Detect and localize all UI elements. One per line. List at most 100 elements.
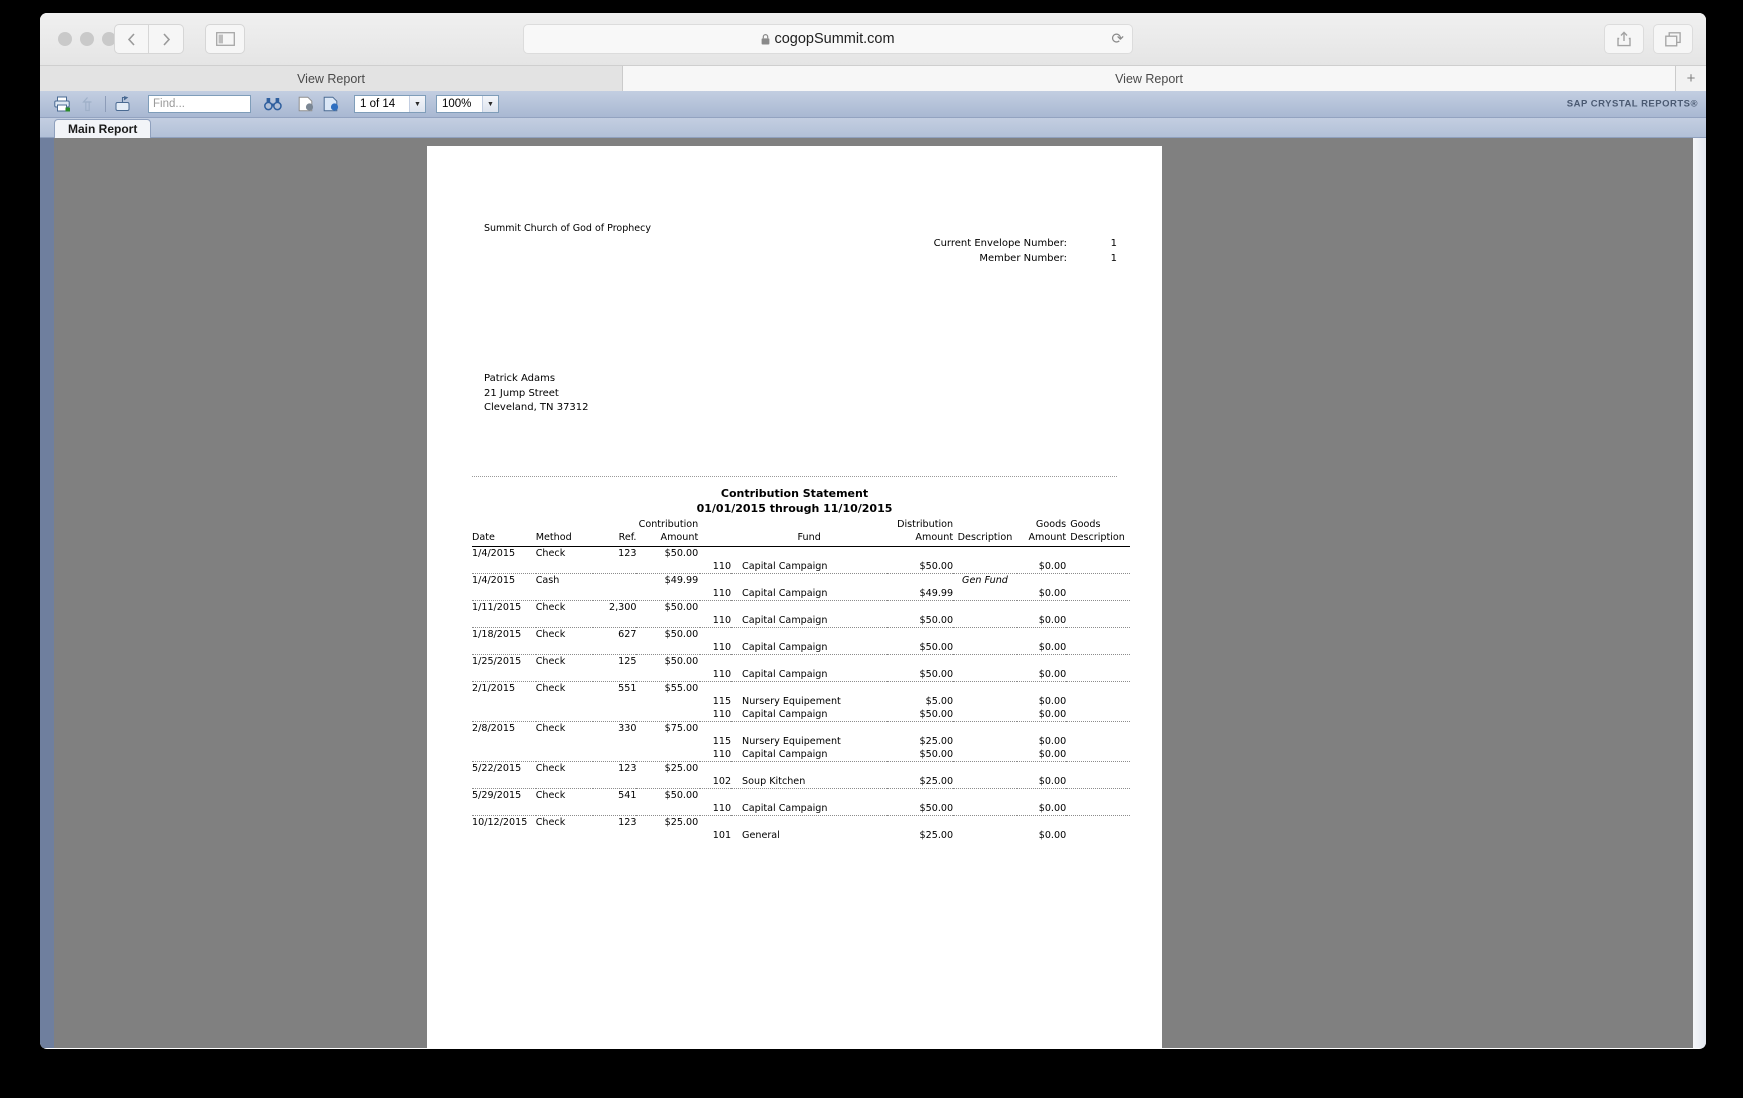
cell-goods-description xyxy=(1066,789,1130,802)
col-contribution-amount-line2: Amount xyxy=(660,532,699,543)
export-button[interactable] xyxy=(111,93,135,115)
envelope-number-value: 1 xyxy=(1110,238,1117,249)
cell-method: Check xyxy=(535,548,566,559)
cell-distribution-amount xyxy=(887,601,953,614)
cell-fund-code: 110 xyxy=(712,749,732,760)
cell-fund xyxy=(731,628,887,641)
cell-distribution-amount xyxy=(887,547,953,561)
cell-date: 1/11/2015 xyxy=(472,602,522,613)
cell-fund-code xyxy=(700,722,731,735)
tabs-overview-button[interactable] xyxy=(1653,24,1693,54)
chevron-down-icon[interactable]: ▼ xyxy=(482,96,498,112)
cell-date xyxy=(472,829,536,842)
cell-contribution-amount xyxy=(636,802,700,816)
cell-fund-code: 110 xyxy=(712,803,732,814)
cell-goods-amount: $0.00 xyxy=(1038,803,1067,814)
cell-distribution-amount xyxy=(887,655,953,668)
cell-contribution-amount xyxy=(636,735,700,748)
cell-method xyxy=(536,668,594,682)
cell-ref: 123 xyxy=(618,817,637,828)
find-search-button[interactable] xyxy=(261,93,285,115)
cell-ref: 330 xyxy=(618,723,637,734)
cell-description xyxy=(953,682,1017,695)
share-button[interactable] xyxy=(1604,24,1644,54)
cell-goods-amount xyxy=(1017,601,1066,614)
cell-goods-description xyxy=(1066,762,1130,775)
cell-distribution-amount: $50.00 xyxy=(919,749,954,760)
chevron-down-icon[interactable]: ▼ xyxy=(409,96,425,112)
section-divider xyxy=(472,476,1117,477)
cell-fund xyxy=(731,655,887,668)
cell-goods-amount: $0.00 xyxy=(1038,588,1067,599)
cell-date xyxy=(472,614,536,628)
report-page: Summit Church of God of Prophecy Current… xyxy=(427,146,1162,1048)
col-distribution-amount-line1: Distribution xyxy=(897,519,954,530)
print-button[interactable] xyxy=(50,93,74,115)
cell-description xyxy=(953,695,1017,708)
cell-ref xyxy=(593,587,636,601)
col-description: Description xyxy=(953,518,1017,547)
new-tab-button[interactable]: + xyxy=(1676,66,1706,91)
zoom-selector[interactable]: 100% ▼ xyxy=(436,95,499,113)
cell-goods-description xyxy=(1066,695,1130,708)
sidebar-toggle-button[interactable] xyxy=(205,24,245,54)
viewer-toolbar: Find... 1 of 14 ▼ 100% ▼ SAP CRYSTAL REP… xyxy=(40,91,1706,118)
cell-method xyxy=(536,748,594,762)
cell-contribution-amount: $50.00 xyxy=(664,790,699,801)
cell-description xyxy=(953,547,1017,561)
cell-distribution-amount: $25.00 xyxy=(919,830,954,841)
export-up-arrow-icon xyxy=(81,97,91,112)
cell-method: Check xyxy=(535,790,566,801)
close-window-button[interactable] xyxy=(58,32,72,46)
tab-main-report[interactable]: Main Report xyxy=(54,119,152,138)
cell-date xyxy=(472,641,536,655)
cell-goods-amount: $0.00 xyxy=(1038,830,1067,841)
cell-ref xyxy=(593,829,636,842)
chevron-right-icon xyxy=(162,32,170,46)
cell-distribution-amount: $25.00 xyxy=(919,776,954,787)
cell-method: Check xyxy=(535,817,566,828)
cell-goods-amount xyxy=(1017,762,1066,775)
address-bar[interactable]: cogopSummit.com ⟳ xyxy=(523,24,1133,54)
new-tab-label: + xyxy=(1686,70,1696,87)
col-method-label: Method xyxy=(535,532,572,543)
cell-fund xyxy=(731,816,887,829)
report-scroll-area[interactable]: Summit Church of God of Prophecy Current… xyxy=(40,138,1706,1048)
minimize-window-button[interactable] xyxy=(80,32,94,46)
back-button[interactable] xyxy=(114,24,149,54)
export-up-button[interactable] xyxy=(75,93,99,115)
col-goods-amount-line1: Goods xyxy=(1035,519,1067,530)
page-selector[interactable]: 1 of 14 ▼ xyxy=(354,95,426,113)
cell-fund: Capital Campaign xyxy=(742,642,828,653)
browser-tab-2[interactable]: View Report xyxy=(623,66,1676,91)
member-number-label: Member Number: xyxy=(979,253,1067,264)
cell-goods-amount: $0.00 xyxy=(1038,696,1067,707)
cell-goods-amount xyxy=(1017,628,1066,641)
cell-method: Check xyxy=(535,656,566,667)
cell-contribution-amount xyxy=(636,668,700,682)
cell-method xyxy=(536,829,594,842)
cell-distribution-amount: $49.99 xyxy=(919,588,954,599)
sap-crystal-reports-brand: SAP CRYSTAL REPORTS® xyxy=(1566,98,1698,110)
previous-page-button[interactable] xyxy=(294,93,318,115)
cell-goods-description xyxy=(1066,587,1130,601)
cell-fund-code xyxy=(700,547,731,561)
cell-description xyxy=(953,560,1017,574)
next-page-button[interactable] xyxy=(319,93,343,115)
reload-icon[interactable]: ⟳ xyxy=(1111,32,1124,47)
forward-button[interactable] xyxy=(149,24,184,54)
cell-description xyxy=(953,816,1017,829)
cell-ref xyxy=(593,614,636,628)
browser-tab-1[interactable]: View Report xyxy=(40,66,623,91)
cell-description xyxy=(953,789,1017,802)
col-goods-amount-line2: Amount xyxy=(1028,532,1067,543)
find-input[interactable]: Find... xyxy=(148,95,251,113)
cell-method xyxy=(536,708,594,722)
cell-date: 10/12/2015 xyxy=(472,817,528,828)
sidebar-toggle-icon xyxy=(215,32,235,46)
table-row: 110 Capital Campaign $50.00 $0.00 xyxy=(472,641,1130,655)
page-selector-value: 1 of 14 xyxy=(360,98,396,110)
browser-tabstrip: View Report View Report + xyxy=(40,66,1706,91)
zoom-selector-value: 100% xyxy=(442,98,472,110)
cell-method xyxy=(536,695,594,708)
